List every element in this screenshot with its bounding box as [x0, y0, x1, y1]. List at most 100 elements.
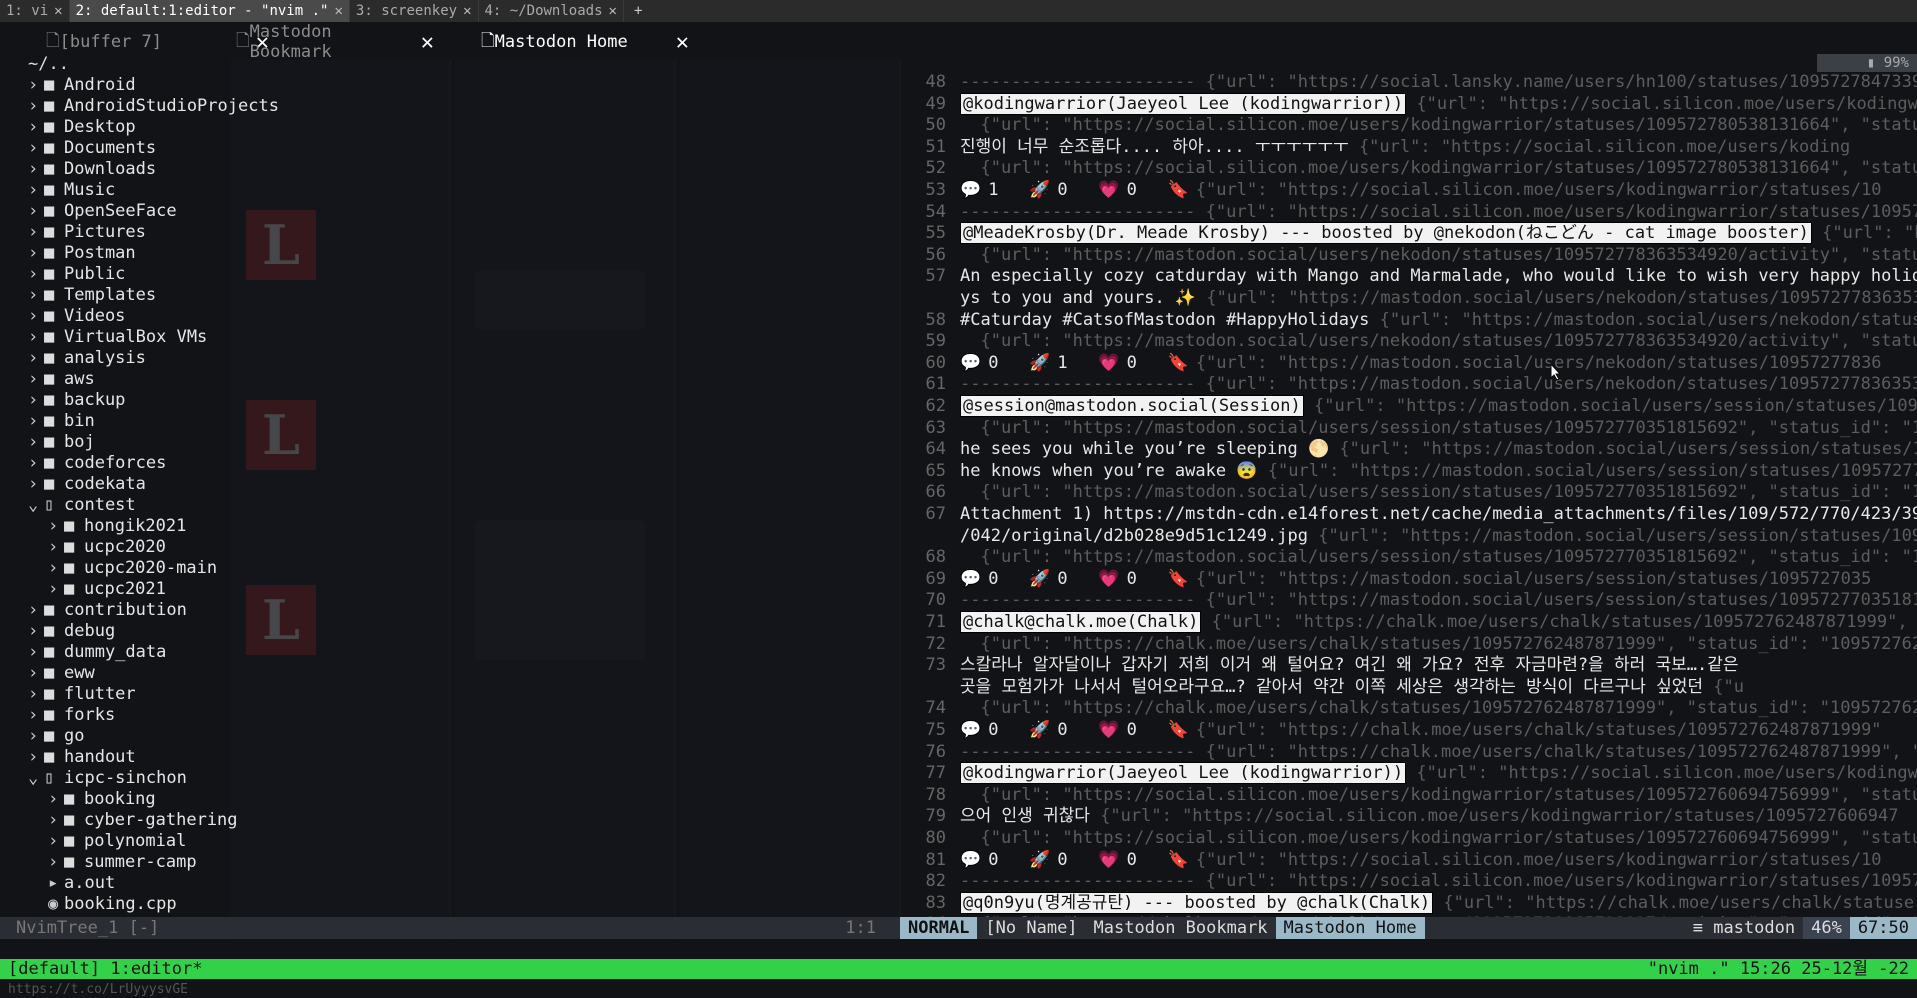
tree-item[interactable]: › ■ go: [28, 726, 84, 747]
window-tab[interactable]: 2: default:1:editor - "nvim ." ✕: [69, 0, 350, 22]
bookmark-icon[interactable]: 🔖: [1168, 569, 1189, 590]
boost-icon[interactable]: 🚀: [1029, 180, 1050, 201]
toot-author[interactable]: @session@mastodon.social(Session): [960, 395, 1304, 417]
tree-item[interactable]: › ■ VirtualBox VMs: [28, 327, 207, 348]
toot-author[interactable]: @MeadeKrosby(Dr. Meade Krosby) --- boost…: [960, 222, 1812, 245]
window-tab[interactable]: 4: ~/Downloads ✕: [479, 0, 624, 22]
tree-item[interactable]: › ■ Music: [28, 180, 115, 201]
add-tab-button[interactable]: +: [624, 3, 652, 19]
reply-icon[interactable]: 💬: [960, 569, 981, 590]
buffer-bookmark[interactable]: Mastodon Bookmark: [1086, 917, 1276, 939]
boost-icon[interactable]: 🚀: [1029, 569, 1050, 590]
tree-item[interactable]: › ■ dummy_data: [28, 642, 166, 663]
tree-item[interactable]: › ■ Desktop: [28, 117, 136, 138]
toot-author[interactable]: @chalk@chalk.moe(Chalk): [960, 611, 1202, 633]
boost-icon[interactable]: 🚀: [1029, 720, 1050, 741]
tree-item[interactable]: › ■ eww: [28, 663, 95, 684]
editor-line: 48 ----------------------- {"url": "https…: [900, 72, 1917, 93]
tree-item[interactable]: › ■ codekata: [28, 474, 146, 495]
buffer-home[interactable]: Mastodon Home: [1275, 917, 1425, 939]
toot-author[interactable]: @kodingwarrior(Jaeyeol Lee (kodingwarrio…: [960, 92, 1407, 115]
mastodon-home-buffer[interactable]: 48 ----------------------- {"url": "https…: [900, 72, 1917, 917]
tree-item[interactable]: › ■ codeforces: [28, 453, 166, 474]
tree-item[interactable]: › ■ ucpc2021: [48, 579, 166, 600]
editor-line: 70 ----------------------- {"url": "https…: [900, 590, 1917, 611]
tree-item[interactable]: › ■ bin: [28, 411, 95, 432]
favourite-count: 0: [1116, 180, 1168, 200]
tree-item[interactable]: › ■ cyber-gathering: [48, 810, 238, 831]
close-icon[interactable]: ✕: [609, 3, 617, 19]
bookmark-icon[interactable]: 🔖: [1168, 180, 1189, 201]
tree-item[interactable]: › ■ debug: [28, 621, 115, 642]
bookmark-icon[interactable]: 🔖: [1168, 720, 1189, 741]
folder-icon: ■: [44, 747, 55, 767]
tree-item[interactable]: › ■ analysis: [28, 348, 146, 369]
folder-icon: ■: [64, 831, 75, 851]
tree-item[interactable]: › ■ ucpc2020-main: [48, 558, 217, 579]
tree-item[interactable]: › ■ ucpc2020: [48, 537, 166, 558]
tree-item[interactable]: › ■ flutter: [28, 684, 136, 705]
close-icon[interactable]: ✕: [463, 3, 471, 19]
close-icon[interactable]: ✕: [334, 3, 342, 19]
window-tab-label: 4: ~/Downloads: [484, 3, 603, 19]
tree-item[interactable]: › ■ hongik2021: [48, 516, 186, 537]
window-tab[interactable]: 1: vi ✕: [0, 0, 70, 22]
chevron-right-icon: ›: [48, 831, 59, 851]
reply-icon[interactable]: 💬: [960, 180, 981, 201]
reply-icon[interactable]: 💬: [960, 850, 981, 871]
boost-icon[interactable]: 🚀: [1029, 353, 1050, 374]
tree-item[interactable]: › ■ polynomial: [48, 831, 186, 852]
tree-item-label: contest: [64, 495, 136, 515]
favourite-icon[interactable]: 💗: [1098, 850, 1119, 871]
tree-item[interactable]: › ■ Videos: [28, 306, 125, 327]
tree-item[interactable]: › ■ summer-camp: [48, 852, 197, 873]
bookmark-icon[interactable]: 🔖: [1168, 353, 1189, 374]
toot-author[interactable]: @kodingwarrior(Jaeyeol Lee (kodingwarrio…: [960, 762, 1407, 785]
tree-item[interactable]: › ■ Pictures: [28, 222, 146, 243]
tree-item[interactable]: ◉ booking.cpp: [48, 894, 177, 915]
tree-item[interactable]: › ■ forks: [28, 705, 115, 726]
reply-icon[interactable]: 💬: [960, 353, 981, 374]
close-icon[interactable]: ✕: [676, 30, 689, 55]
tree-item[interactable]: › ■ OpenSeeFace: [28, 201, 177, 222]
chevron-right-icon: ›: [28, 96, 39, 116]
close-icon[interactable]: ✕: [54, 3, 62, 19]
tree-item[interactable]: ▸ a.out: [48, 873, 115, 894]
favourite-icon[interactable]: 💗: [1098, 720, 1119, 741]
folder-icon: ■: [44, 705, 55, 725]
boost-icon[interactable]: 🚀: [1029, 850, 1050, 871]
tree-item-label: Postman: [64, 243, 136, 263]
tree-item-label: Pictures: [64, 222, 146, 242]
toot-author[interactable]: @q0n9yu(명계공규탄) --- boosted by @chalk(Cha…: [960, 891, 1434, 914]
favourite-icon[interactable]: 💗: [1098, 353, 1119, 374]
tree-item[interactable]: › ■ boj: [28, 432, 95, 453]
favourite-icon[interactable]: 💗: [1098, 569, 1119, 590]
close-icon[interactable]: ✕: [421, 30, 434, 55]
window-tab[interactable]: 3: screenkey ✕: [350, 0, 479, 22]
tree-item[interactable]: › ■ backup: [28, 390, 125, 411]
tree-item[interactable]: › ■ Documents: [28, 138, 156, 159]
tree-item[interactable]: › ■ Templates: [28, 285, 156, 306]
tree-item[interactable]: › ■ Public: [28, 264, 125, 285]
tree-item[interactable]: › ■ Android: [28, 75, 136, 96]
tree-item[interactable]: › ■ handout: [28, 747, 136, 768]
tree-item[interactable]: › ■ booking: [48, 789, 156, 810]
tmux-clock: "nvim ." 15:26 25-12월 -22: [1647, 959, 1909, 979]
raw-json: {"url": "https://social.silicon.moe/user…: [1406, 93, 1917, 114]
chevron-right-icon: ›: [28, 474, 39, 494]
tree-item[interactable]: › ■ contribution: [28, 600, 187, 621]
tree-item[interactable]: › ■ aws: [28, 369, 95, 390]
tree-item[interactable]: › ■ Downloads: [28, 159, 156, 180]
buffer-tab[interactable]: 🗋 Mastodon Home ✕: [475, 30, 695, 55]
tree-item[interactable]: ⌄ ▯ contest: [28, 495, 136, 516]
tree-item[interactable]: › ■ Postman: [28, 243, 136, 264]
buffer-noname[interactable]: [No Name]: [977, 917, 1085, 939]
bookmark-icon[interactable]: 🔖: [1168, 850, 1189, 871]
buffer-tab[interactable]: 🗋 Mastodon Bookmark ✕: [230, 22, 440, 62]
tree-item[interactable]: › ■ AndroidStudioProjects: [28, 96, 279, 117]
tree-item[interactable]: ⌄ ▯ icpc-sinchon: [28, 768, 187, 789]
tree-item-label: Desktop: [64, 117, 136, 137]
reply-icon[interactable]: 💬: [960, 720, 981, 741]
favourite-icon[interactable]: 💗: [1098, 180, 1119, 201]
file-icon: 🗋: [46, 30, 60, 51]
